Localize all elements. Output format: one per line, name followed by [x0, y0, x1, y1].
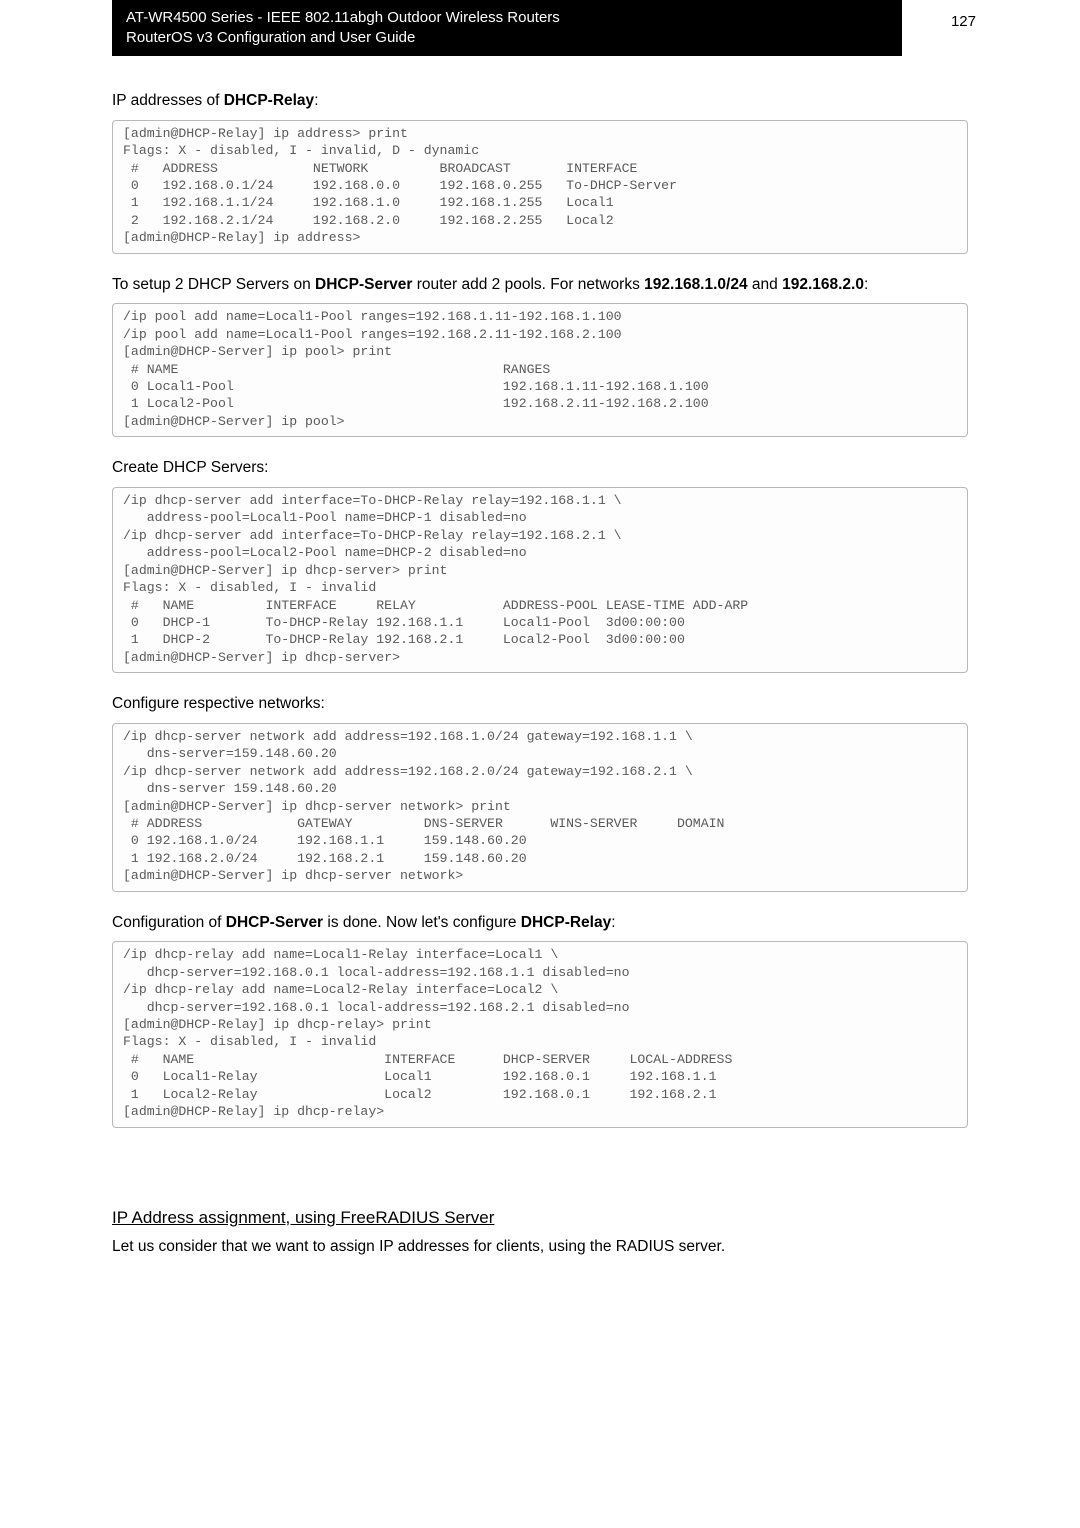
- text-bold: DHCP-Relay: [224, 92, 314, 109]
- section4-code: /ip dhcp-server network add address=192.…: [112, 723, 968, 892]
- spacer: [112, 1148, 968, 1198]
- page-number: 127: [951, 13, 976, 30]
- section1-heading: IP addresses of DHCP-Relay:: [112, 90, 968, 112]
- text-bold: DHCP-Relay: [521, 914, 611, 931]
- text: IP addresses of: [112, 92, 224, 109]
- text-bold: 192.168.1.0/24: [644, 276, 747, 293]
- header-line1: AT-WR4500 Series - IEEE 802.11abgh Outdo…: [126, 8, 888, 28]
- section5-code: /ip dhcp-relay add name=Local1-Relay int…: [112, 941, 968, 1127]
- section5-heading: Configuration of DHCP-Server is done. No…: [112, 912, 968, 934]
- text: :: [611, 914, 615, 931]
- text: To setup 2 DHCP Servers on: [112, 276, 315, 293]
- section1-code: [admin@DHCP-Relay] ip address> print Fla…: [112, 120, 968, 254]
- section3-code: /ip dhcp-server add interface=To-DHCP-Re…: [112, 487, 968, 673]
- text: :: [314, 92, 318, 109]
- header-line2: RouterOS v3 Configuration and User Guide: [126, 28, 888, 48]
- text-bold: 192.168.2.0: [782, 276, 864, 293]
- text: Configuration of: [112, 914, 226, 931]
- text: :: [864, 276, 868, 293]
- section2-code: /ip pool add name=Local1-Pool ranges=192…: [112, 303, 968, 437]
- section2-heading: To setup 2 DHCP Servers on DHCP-Server r…: [112, 274, 968, 296]
- text: is done. Now let's configure: [323, 914, 521, 931]
- text: router add 2 pools. For networks: [412, 276, 644, 293]
- content-body: IP addresses of DHCP-Relay: [admin@DHCP-…: [112, 90, 968, 1257]
- section3-heading: Create DHCP Servers:: [112, 457, 968, 479]
- page-header: AT-WR4500 Series - IEEE 802.11abgh Outdo…: [112, 0, 902, 56]
- text-bold: DHCP-Server: [315, 276, 412, 293]
- section6-heading: IP Address assignment, using FreeRADIUS …: [112, 1208, 968, 1228]
- section6-body: Let us consider that we want to assign I…: [112, 1236, 968, 1258]
- text: and: [748, 276, 782, 293]
- section4-heading: Configure respective networks:: [112, 693, 968, 715]
- text-bold: DHCP-Server: [226, 914, 323, 931]
- page: AT-WR4500 Series - IEEE 802.11abgh Outdo…: [0, 0, 1080, 1528]
